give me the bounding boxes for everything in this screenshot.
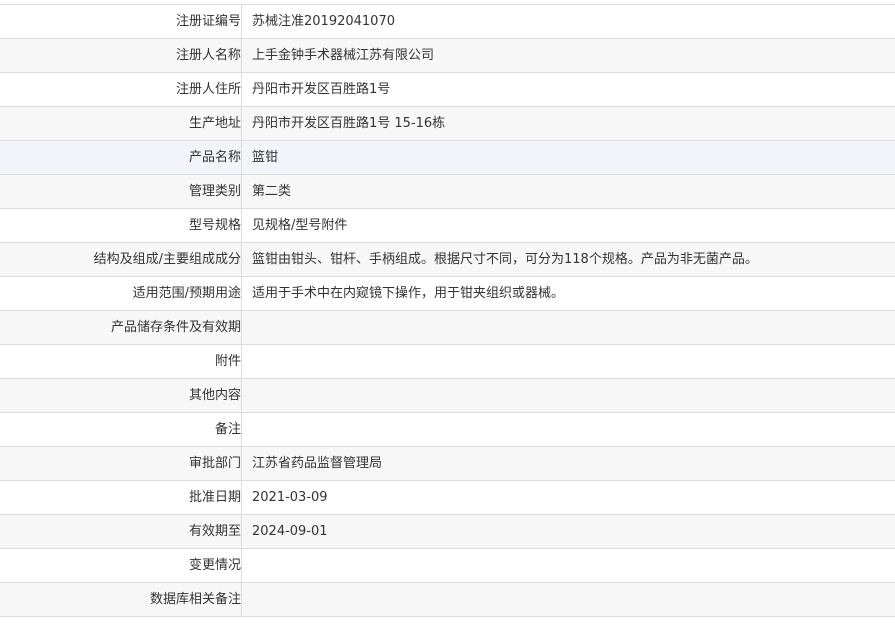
table-row-attachment: 附件: [0, 345, 895, 379]
row-label: 结构及组成/主要组成成分: [0, 243, 242, 276]
table-row-database-notes: 数据库相关备注: [0, 583, 895, 617]
row-label: 产品储存条件及有效期: [0, 311, 242, 344]
table-row-registration-number: 注册证编号 苏械注准20192041070: [0, 5, 895, 39]
registration-detail-table: 注册证编号 苏械注准20192041070 注册人名称 上手金钟手术器械江苏有限…: [0, 4, 895, 617]
table-row-registrant-address: 注册人住所 丹阳市开发区百胜路1号: [0, 73, 895, 107]
row-value: 2024-09-01: [252, 524, 328, 539]
table-row-remarks: 备注: [0, 413, 895, 447]
row-label: 注册人名称: [0, 39, 242, 72]
row-value: 丹阳市开发区百胜路1号: [252, 82, 391, 97]
row-value: 第二类: [252, 184, 292, 199]
table-row-approval-date: 批准日期 2021-03-09: [0, 481, 895, 515]
table-row-registrant-name: 注册人名称 上手金钟手术器械江苏有限公司: [0, 39, 895, 73]
row-label: 附件: [0, 345, 242, 378]
row-value: [242, 311, 895, 344]
table-row-production-address: 生产地址 丹阳市开发区百胜路1号 15-16栋: [0, 107, 895, 141]
row-value: 篮钳: [252, 150, 279, 165]
table-row-product-name: 产品名称 篮钳: [0, 141, 895, 175]
row-value: 篮钳由钳头、钳杆、手柄组成。根据尺寸不同，可分为118个规格。产品为非无菌产品。: [252, 252, 758, 267]
row-label: 审批部门: [0, 447, 242, 480]
row-value: [242, 379, 895, 412]
row-value: 见规格/型号附件: [252, 218, 348, 233]
row-label: 注册证编号: [0, 5, 242, 38]
row-label: 注册人住所: [0, 73, 242, 106]
table-row-storage-validity: 产品储存条件及有效期: [0, 311, 895, 345]
row-label: 产品名称: [0, 141, 242, 174]
table-row-intended-use: 适用范围/预期用途 适用于手术中在内窥镜下操作，用于钳夹组织或器械。: [0, 277, 895, 311]
table-row-other-content: 其他内容: [0, 379, 895, 413]
row-value: 江苏省药品监督管理局: [252, 456, 383, 471]
table-row-structure-composition: 结构及组成/主要组成成分 篮钳由钳头、钳杆、手柄组成。根据尺寸不同，可分为118…: [0, 243, 895, 277]
row-value: [242, 413, 895, 446]
row-value: 适用于手术中在内窥镜下操作，用于钳夹组织或器械。: [252, 286, 565, 301]
row-label: 型号规格: [0, 209, 242, 242]
row-label: 数据库相关备注: [0, 583, 242, 616]
row-label: 生产地址: [0, 107, 242, 140]
row-value: [242, 549, 895, 582]
row-value: [242, 583, 895, 616]
table-row-valid-until: 有效期至 2024-09-01: [0, 515, 895, 549]
row-value: 2021-03-09: [252, 490, 328, 505]
row-value: [242, 345, 895, 378]
row-label: 适用范围/预期用途: [0, 277, 242, 310]
row-label: 管理类别: [0, 175, 242, 208]
row-label: 批准日期: [0, 481, 242, 514]
table-row-change-history: 变更情况: [0, 549, 895, 583]
row-label: 有效期至: [0, 515, 242, 548]
table-row-management-category: 管理类别 第二类: [0, 175, 895, 209]
row-value: 上手金钟手术器械江苏有限公司: [252, 48, 435, 63]
row-value: 丹阳市开发区百胜路1号 15-16栋: [252, 116, 446, 131]
row-label: 备注: [0, 413, 242, 446]
table-row-model-spec: 型号规格 见规格/型号附件: [0, 209, 895, 243]
table-row-approval-department: 审批部门 江苏省药品监督管理局: [0, 447, 895, 481]
row-label: 变更情况: [0, 549, 242, 582]
row-value: 苏械注准20192041070: [252, 14, 395, 29]
row-label: 其他内容: [0, 379, 242, 412]
